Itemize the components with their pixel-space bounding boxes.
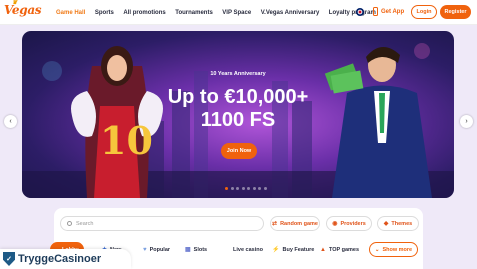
tab-popular[interactable]: ♥ Popular	[143, 242, 170, 257]
show-more-label: Show more	[382, 246, 413, 253]
show-more-button[interactable]: ⌄ Show more	[369, 242, 418, 257]
join-now-button[interactable]: Join Now	[221, 143, 257, 159]
top-games-label: TOP games	[328, 246, 360, 253]
tab-top-games[interactable]: ▲ TOP games	[320, 242, 359, 257]
chevron-down-icon: ⌄	[374, 246, 380, 253]
get-app-label: Get App	[381, 8, 405, 15]
carousel-dot[interactable]	[241, 187, 245, 190]
slots-icon: ▦	[185, 247, 191, 253]
carousel-dot[interactable]	[252, 187, 256, 190]
tab-live-casino[interactable]: Live casino	[233, 242, 263, 257]
nav-item-game-hall[interactable]: Game Hall	[56, 10, 85, 16]
nav-item-all-promotions[interactable]: All promotions	[123, 10, 165, 16]
nav-item-loyalty[interactable]: Loyalty program	[329, 10, 376, 16]
logo[interactable]: ♛ Vegas	[4, 0, 42, 17]
logo-text: Vegas	[4, 3, 42, 17]
tab-slots[interactable]: ▦ Slots	[185, 242, 207, 257]
shield-check-icon: ✓	[3, 252, 15, 266]
get-app-link[interactable]: Get App	[373, 7, 404, 16]
popular-label: Popular	[149, 246, 171, 253]
nav-item-anniversary[interactable]: V.Vegas Anniversary	[261, 10, 320, 16]
login-button[interactable]: Login	[411, 5, 437, 19]
carousel-dot[interactable]	[263, 187, 267, 190]
language-flag-icon[interactable]	[356, 8, 364, 16]
carousel-dot[interactable]	[258, 187, 261, 190]
carousel-dot[interactable]	[230, 187, 234, 190]
top-header: ♛ Vegas Game Hall Sports All promotions …	[0, 0, 477, 25]
themes-label: Themes	[391, 220, 413, 227]
nav-item-sports[interactable]: Sports	[95, 10, 114, 16]
nav-item-tournaments[interactable]: Tournaments	[175, 10, 213, 16]
heart-icon: ♥	[143, 246, 147, 253]
hero-headline: Up to €10,000+	[167, 86, 309, 108]
nav-item-vip-space[interactable]: VIP Space	[222, 10, 251, 16]
carousel-dot[interactable]	[247, 187, 250, 190]
random-game-button[interactable]: ⇄ Random game	[270, 216, 320, 231]
hero-banner[interactable]: 10 10 Years Anniversary Up to €10,000+ 1…	[22, 31, 454, 198]
live-casino-label: Live casino	[233, 246, 263, 253]
buy-feature-icon: ⚡	[272, 247, 280, 253]
buy-feature-label: Buy Feature	[282, 246, 315, 253]
crown-icon: ♛	[12, 0, 18, 6]
carousel-dot[interactable]	[225, 187, 228, 190]
random-game-label: Random game	[280, 220, 318, 227]
phone-icon	[373, 7, 378, 16]
register-button[interactable]: Register	[440, 5, 471, 19]
themes-icon: ◆	[383, 221, 389, 227]
tab-buy-feature[interactable]: ⚡ Buy Feature	[272, 242, 314, 257]
shuffle-icon: ⇄	[272, 221, 278, 227]
carousel-dots	[225, 187, 267, 190]
chevron-left-icon: ‹	[9, 118, 12, 125]
providers-button[interactable]: ◉ Providers	[326, 216, 372, 231]
hero-headline-2: 1100 FS	[200, 109, 276, 131]
badge-name: TryggeCasinoer	[18, 253, 102, 265]
providers-label: Providers	[340, 220, 366, 227]
carousel-prev-button[interactable]: ‹	[4, 115, 17, 128]
providers-icon: ◉	[332, 221, 338, 227]
chevron-right-icon: ›	[465, 118, 468, 125]
trygge-casinoer-badge: ✓ TryggeCasinoer	[0, 249, 131, 269]
carousel-dot[interactable]	[236, 187, 239, 190]
main-nav: Game Hall Sports All promotions Tourname…	[56, 0, 385, 25]
top-icon: ▲	[320, 246, 326, 253]
hero-subtitle: 10 Years Anniversary	[210, 71, 266, 77]
search-input[interactable]: Search	[60, 216, 264, 231]
search-placeholder: Search	[76, 220, 94, 227]
slots-label: Slots	[193, 246, 208, 253]
search-icon	[67, 221, 72, 226]
carousel-next-button[interactable]: ›	[460, 115, 473, 128]
themes-button[interactable]: ◆ Themes	[377, 216, 419, 231]
